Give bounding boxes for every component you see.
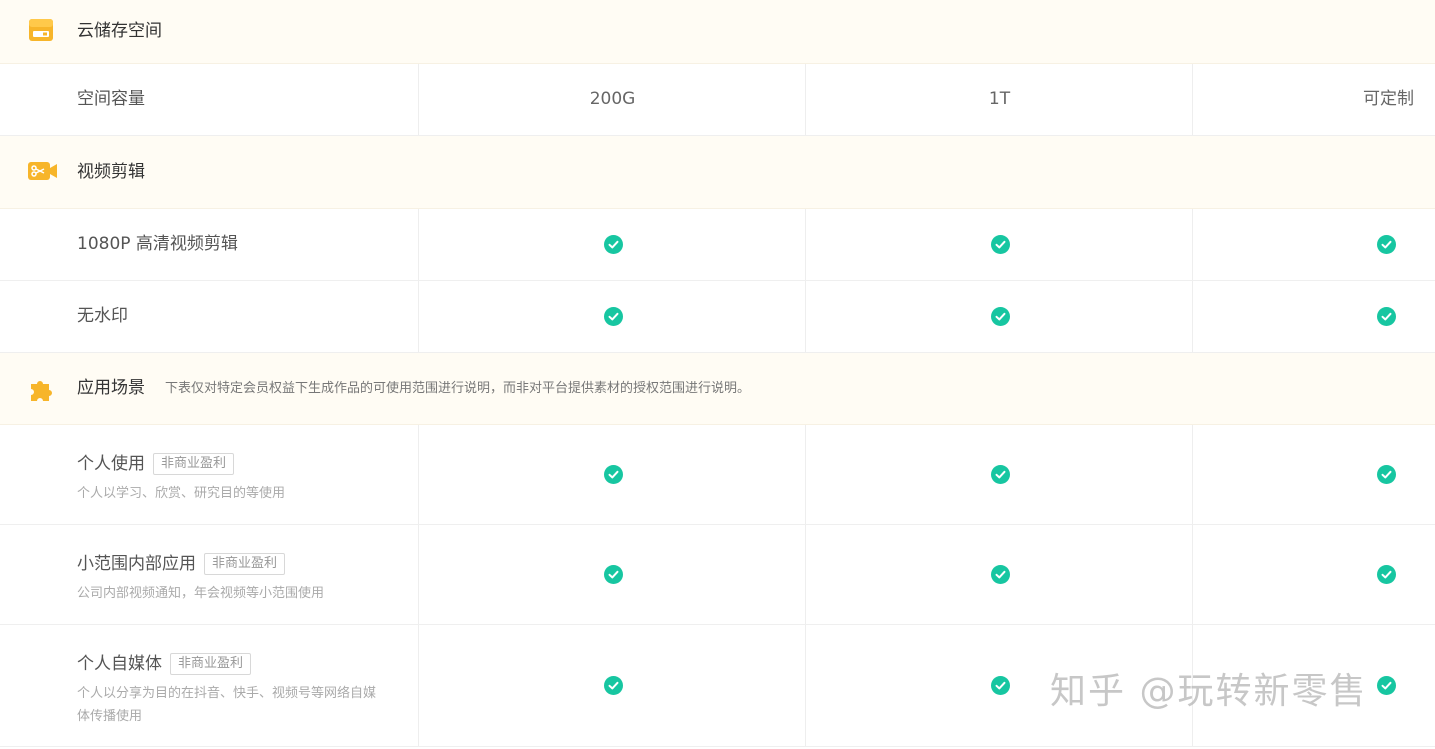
check-icon bbox=[603, 676, 623, 695]
check-icon bbox=[1377, 676, 1396, 695]
row-label: 无水印 bbox=[77, 306, 128, 326]
plan-cell bbox=[1192, 281, 1435, 352]
check-icon bbox=[990, 565, 1010, 584]
plan-cell bbox=[418, 281, 806, 352]
section-title: 云储存空间 bbox=[77, 21, 162, 41]
row-label: 个人自媒体 bbox=[77, 654, 162, 674]
row-label-group: 个人使用 非商业盈利 bbox=[77, 449, 235, 475]
check-icon bbox=[990, 235, 1010, 254]
storage-box-icon bbox=[29, 19, 53, 41]
plan-cell bbox=[1192, 525, 1435, 624]
table-row-hd-editing: 1080P 高清视频剪辑 bbox=[0, 209, 1435, 281]
plan-cell bbox=[805, 209, 1193, 280]
section-note: 下表仅对特定会员权益下生成作品的可使用范围进行说明，而非对平台提供素材的授权范围… bbox=[165, 381, 751, 396]
non-commercial-badge: 非商业盈利 bbox=[170, 653, 252, 675]
check-icon bbox=[603, 235, 623, 254]
plan-cell: 1T bbox=[805, 64, 1193, 135]
row-description: 个人以学习、欣赏、研究目的等使用 bbox=[77, 486, 286, 501]
capacity-value: 200G bbox=[589, 89, 636, 109]
row-label-group: 个人自媒体 非商业盈利 bbox=[77, 649, 252, 675]
table-row-internal-use: 小范围内部应用 非商业盈利 公司内部视频通知，年会视频等小范围使用 bbox=[0, 525, 1435, 625]
row-label: 空间容量 bbox=[77, 89, 145, 109]
plan-cell bbox=[805, 281, 1193, 352]
capacity-value: 可定制 bbox=[1363, 89, 1414, 109]
check-icon bbox=[1377, 565, 1396, 584]
plan-cell bbox=[418, 209, 806, 280]
section-title: 视频剪辑 bbox=[77, 162, 145, 182]
check-icon bbox=[1377, 235, 1396, 254]
pricing-comparison-table: 云储存空间 空间容量 200G 1T 可定制 视频剪辑 1080P 高清视频剪辑 bbox=[0, 0, 1435, 747]
plan-cell bbox=[1192, 209, 1435, 280]
plan-cell bbox=[418, 525, 806, 624]
plan-cell bbox=[805, 425, 1193, 524]
capacity-value: 1T bbox=[988, 89, 1011, 109]
row-description: 公司内部视频通知，年会视频等小范围使用 bbox=[77, 586, 325, 601]
non-commercial-badge: 非商业盈利 bbox=[204, 553, 286, 575]
row-description: 个人以分享为目的在抖音、快手、视频号等网络自媒体传播使用 bbox=[77, 686, 377, 724]
plan-cell bbox=[805, 525, 1193, 624]
section-video-editing: 视频剪辑 bbox=[0, 136, 1435, 209]
non-commercial-badge: 非商业盈利 bbox=[153, 453, 235, 475]
row-label: 小范围内部应用 bbox=[77, 554, 196, 574]
plan-cell: 200G bbox=[418, 64, 806, 135]
check-icon bbox=[990, 676, 1010, 695]
plan-cell bbox=[418, 625, 806, 746]
table-row-capacity: 空间容量 200G 1T 可定制 bbox=[0, 64, 1435, 136]
check-icon bbox=[603, 465, 623, 484]
row-label: 1080P 高清视频剪辑 bbox=[77, 234, 238, 254]
plan-cell: 可定制 bbox=[1192, 64, 1435, 135]
section-title: 应用场景 bbox=[77, 378, 145, 398]
puzzle-piece-icon bbox=[31, 381, 52, 401]
row-label-group: 小范围内部应用 非商业盈利 bbox=[77, 549, 286, 575]
section-cloud-storage: 云储存空间 bbox=[0, 0, 1435, 64]
row-label: 个人使用 bbox=[77, 454, 145, 474]
check-icon bbox=[1377, 307, 1396, 326]
scissors-camera-icon bbox=[28, 162, 57, 180]
plan-cell bbox=[1192, 425, 1435, 524]
check-icon bbox=[1377, 465, 1396, 484]
check-icon bbox=[990, 307, 1010, 326]
zhihu-watermark: 知乎 @玩转新零售 bbox=[1050, 671, 1368, 712]
section-usage-scenarios: 应用场景 下表仅对特定会员权益下生成作品的可使用范围进行说明，而非对平台提供素材… bbox=[0, 353, 1435, 425]
table-row-personal-use: 个人使用 非商业盈利 个人以学习、欣赏、研究目的等使用 bbox=[0, 425, 1435, 525]
plan-cell bbox=[418, 425, 806, 524]
check-icon bbox=[603, 307, 623, 326]
check-icon bbox=[603, 565, 623, 584]
check-icon bbox=[990, 465, 1010, 484]
table-row-no-watermark: 无水印 bbox=[0, 281, 1435, 353]
